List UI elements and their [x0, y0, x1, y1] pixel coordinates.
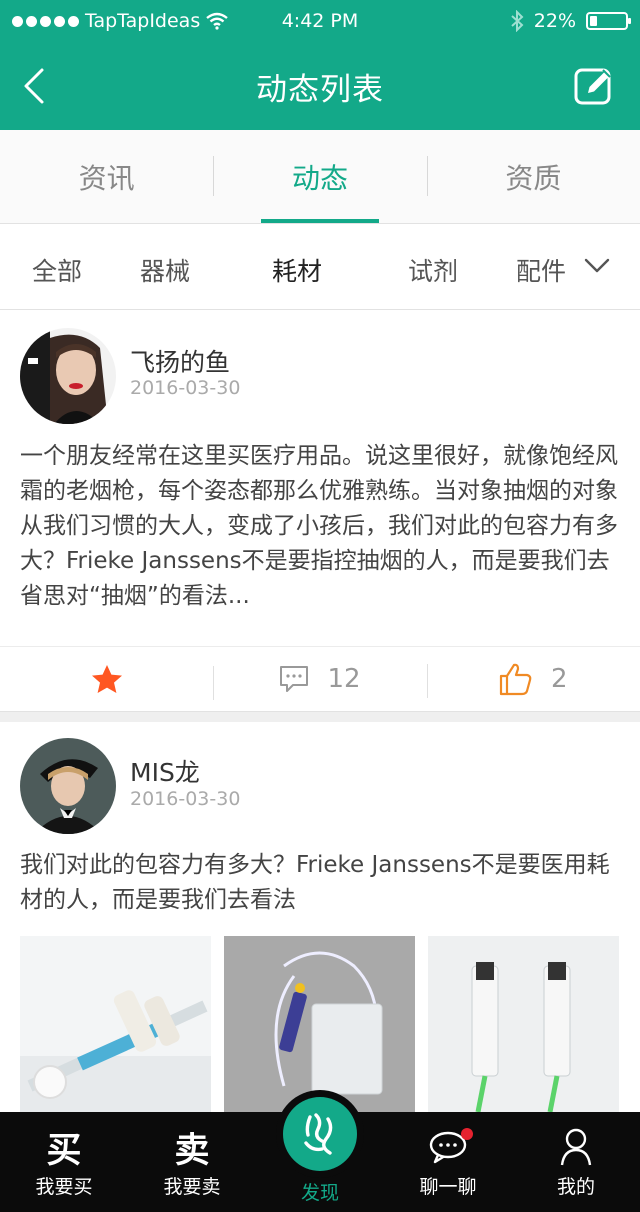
divider [0, 712, 640, 722]
post-image[interactable] [224, 936, 415, 1112]
tab-buy[interactable]: 买 我要买 [0, 1112, 128, 1212]
comment-icon[interactable] [279, 665, 309, 693]
battery-percent: 22% [533, 10, 576, 32]
tab-sell[interactable]: 卖 我要卖 [128, 1112, 256, 1212]
tab-chat-label: 聊一聊 [419, 1176, 477, 1198]
navigation-bar: 动态列表 [0, 42, 640, 130]
signal-icon [12, 15, 79, 27]
status-bar: TapTapIdeas 4:42 PM 22% [0, 0, 640, 42]
comment-count: 12 [327, 664, 361, 694]
post-date: 2016-03-30 [130, 377, 241, 399]
tab-news[interactable]: 资讯 [0, 130, 213, 223]
avatar[interactable] [20, 738, 116, 834]
tab-me-label: 我的 [556, 1176, 595, 1198]
thumbs-up-icon[interactable] [499, 662, 533, 696]
post-card[interactable]: 飞扬的鱼 2016-03-30 一个朋友经常在这里买医疗用品。说这里很好，就像饱… [0, 311, 640, 646]
post-date: 2016-03-30 [130, 788, 241, 810]
bottom-tab-bar: 买 我要买 卖 我要卖 发现 聊一聊 我的 [0, 1090, 640, 1212]
top-tabs: 资讯 动态 资质 [0, 130, 640, 224]
tab-sell-label: 我要卖 [163, 1176, 221, 1198]
edit-icon[interactable] [574, 66, 614, 106]
post-image[interactable] [20, 936, 211, 1112]
filter-all[interactable]: 全部 [32, 252, 82, 288]
post-author[interactable]: 飞扬的鱼 [130, 343, 230, 379]
page-title: 动态列表 [256, 71, 384, 108]
bluetooth-icon [511, 10, 524, 32]
tab-qualification[interactable]: 资质 [426, 130, 640, 223]
buy-icon: 买 [46, 1129, 82, 1171]
like-count: 2 [551, 664, 568, 694]
avatar[interactable] [20, 328, 116, 424]
chevron-left-icon[interactable] [18, 66, 52, 106]
tab-buy-label: 我要买 [35, 1176, 93, 1198]
post-action-bar: 12 2 [0, 646, 640, 712]
comment-action[interactable]: 12 [213, 664, 426, 700]
post-photos [20, 936, 620, 1112]
post-author[interactable]: MIS龙 [130, 753, 200, 789]
sell-icon: 卖 [174, 1129, 210, 1171]
carrier-label: TapTapIdeas [85, 10, 201, 32]
app-screen: TapTapIdeas 4:42 PM 22% 动态列表 资讯 动态 资质 全部… [0, 0, 640, 1212]
discover-button[interactable] [276, 1090, 364, 1178]
like-action[interactable]: 2 [426, 662, 640, 698]
post-text: 我们对此的包容力有多大？Frieke Janssens不是要医用耗材的人，而是要… [20, 852, 610, 913]
filter-reagents[interactable]: 试剂 [408, 252, 458, 288]
post-text: 一个朋友经常在这里买医疗用品。说这里很好，就像饱经风霜的老烟枪，每个姿态都那么优… [20, 443, 618, 609]
battery-icon [586, 12, 631, 30]
tab-discover[interactable]: 发现 [256, 1090, 384, 1212]
chevron-down-icon[interactable] [584, 257, 610, 275]
tab-dynamics[interactable]: 动态 [213, 130, 426, 223]
wifi-icon [206, 12, 228, 30]
tab-discover-label: 发现 [300, 1182, 339, 1204]
star-icon[interactable] [91, 664, 123, 694]
filter-accessories[interactable]: 配件 [516, 252, 566, 288]
category-filter-bar: 全部 器械 耗材 试剂 配件 [0, 224, 640, 310]
filter-instruments[interactable]: 器械 [140, 252, 190, 288]
tab-me[interactable]: 我的 [512, 1112, 640, 1212]
notification-badge [461, 1128, 473, 1140]
filter-consumables[interactable]: 耗材 [272, 252, 322, 288]
user-icon [560, 1128, 592, 1166]
discover-icon [304, 1113, 333, 1155]
favorite-action[interactable] [0, 664, 213, 694]
tab-chat[interactable]: 聊一聊 [384, 1112, 512, 1212]
post-image[interactable] [428, 936, 619, 1112]
